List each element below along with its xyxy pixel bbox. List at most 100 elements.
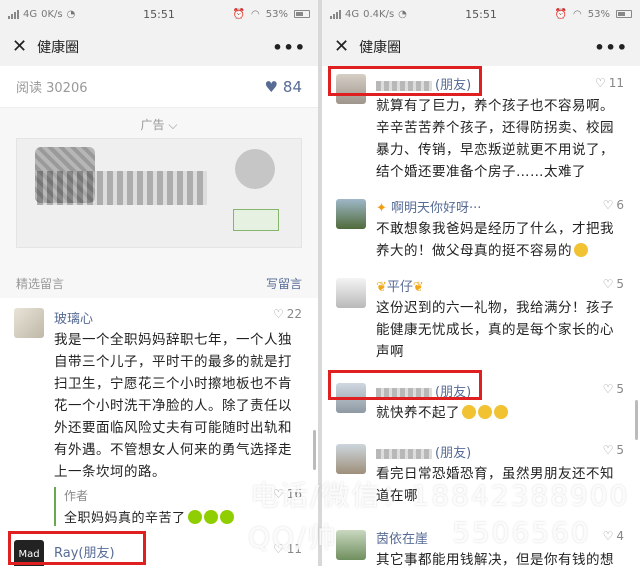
emoji-icon <box>187 510 202 524</box>
comment-like-button[interactable]: ♡ 11 <box>273 542 302 556</box>
comment-author[interactable]: ✦ 啊明天你好呀··· <box>376 197 626 216</box>
battery-icon <box>616 10 632 18</box>
comment-like-button[interactable]: ♡ 5 <box>603 382 624 396</box>
avatar[interactable] <box>14 308 44 338</box>
heart-outline-icon: ♡ <box>602 277 614 291</box>
emoji-icon <box>203 510 218 524</box>
page-title: 健康圈 <box>359 40 402 56</box>
comment-text: 就算有了巨力，养个孩子也不容易啊。辛辛苦苦养个孩子，还得防拐卖、校园暴力、传销，… <box>376 98 614 180</box>
comment-item: (朋友) ♡ 5 看完日常恐婚恐育，虽然男朋友还不知道在哪 <box>322 430 640 513</box>
avatar[interactable] <box>336 278 366 308</box>
avatar[interactable] <box>336 530 366 560</box>
comment-like-count: 11 <box>286 542 302 556</box>
reply-like-button[interactable]: ♡ 16 <box>273 487 302 501</box>
clock: 15:51 <box>465 7 497 21</box>
fire-icon: ✦ <box>376 201 387 216</box>
ad-blurred-avatar <box>235 149 275 189</box>
more-icon[interactable]: ••• <box>272 38 306 57</box>
battery-icon <box>294 10 310 18</box>
bow-icon: ❦ <box>412 280 424 295</box>
comment-like-button[interactable]: ♡ 6 <box>603 198 624 212</box>
comment-item: 玻璃心 ♡ 22 我是一个全职妈妈辞职七年，一个人独自带三个儿子，平时干的最多的就… <box>0 298 318 532</box>
status-bar: 4G 0.4K/s ◔ 15:51 ⏰ ◠ 53% <box>322 0 640 28</box>
comment-like-button[interactable]: ♡ 11 <box>595 76 624 90</box>
heart-outline-icon: ♡ <box>602 198 614 212</box>
comment-item: ❦平仔❦ ♡ 5 这份迟到的六一礼物，我给满分！孩子能健康无忧成长，真的是每个家长… <box>322 268 640 369</box>
reply-like-count: 16 <box>286 487 302 501</box>
avatar[interactable] <box>336 444 366 474</box>
comment-author[interactable]: 茵依在崖 <box>376 528 626 547</box>
comment-item: ✦ 啊明天你好呀··· ♡ 6 不敢想象我爸妈是经历了什么，才把我养大的！做父母真… <box>322 189 640 268</box>
ad-area: 广告 ⌵ <box>0 108 318 268</box>
emoji-icon <box>462 405 476 419</box>
highlight-box <box>8 531 146 565</box>
highlight-box <box>328 370 482 400</box>
comment-like-count: 5 <box>616 277 624 291</box>
heart-outline-icon: ♡ <box>602 443 614 457</box>
comment-like-count: 22 <box>286 307 302 321</box>
comment-author-name: 啊明天你好呀··· <box>391 201 482 216</box>
ad-label[interactable]: 广告 ⌵ <box>0 108 318 133</box>
avatar[interactable] <box>336 199 366 229</box>
heart-outline-icon: ♡ <box>602 382 614 396</box>
heart-outline-icon: ♡ <box>602 529 614 543</box>
comment-like-button[interactable]: ♡ 5 <box>603 443 624 457</box>
ad-banner[interactable] <box>16 138 302 248</box>
reply-label: 作者 <box>64 489 89 503</box>
comment-like-count: 5 <box>616 382 624 396</box>
heart-filled-icon: ♥ <box>264 77 278 96</box>
author-reply: 作者 全职妈妈真的辛苦了 ♡ 16 <box>54 487 304 526</box>
comment-like-count: 11 <box>608 76 624 90</box>
blurred-name <box>376 448 432 459</box>
comment-text: 我是一个全职妈妈辞职七年，一个人独自带三个儿子，平时干的最多的就是打扫卫生，宁愿… <box>54 332 292 480</box>
bow-icon: ❦ <box>376 280 387 295</box>
scrollbar[interactable] <box>313 430 316 470</box>
close-icon[interactable]: ✕ <box>12 38 27 56</box>
emoji-icon <box>494 405 508 419</box>
comment-item: 茵依在崖 ♡ 4 其它事都能用钱解决，但是你有钱的想 <box>322 520 640 566</box>
comment-text: 这份迟到的六一礼物，我给满分！孩子能健康无忧成长，真的是每个家长的心声啊 <box>376 300 614 360</box>
friend-tag: (朋友) <box>435 446 472 461</box>
comment-like-count: 4 <box>616 529 624 543</box>
article-like-count: 84 <box>282 77 302 96</box>
comment-text: 看完日常恐婚恐育，虽然男朋友还不知道在哪 <box>376 466 614 504</box>
emoji-icon <box>219 510 234 524</box>
comment-text-row: 就快养不起了 <box>376 402 626 424</box>
heart-outline-icon: ♡ <box>272 487 284 501</box>
clock: 15:51 <box>143 7 175 21</box>
emoji-icon <box>574 243 588 257</box>
right-phone-screen: 4G 0.4K/s ◔ 15:51 ⏰ ◠ 53% ✕ 健康圈 ••• (朋友)… <box>322 0 640 566</box>
comment-text: 其它事都能用钱解决，但是你有钱的想 <box>376 552 614 566</box>
heart-outline-icon: ♡ <box>272 307 284 321</box>
reply-text: 全职妈妈真的辛苦了 <box>64 511 186 526</box>
comment-like-count: 6 <box>616 198 624 212</box>
screenshot-composite: 4G 0K/s ◔ 15:51 ⏰ ◠ 53% ✕ 健康圈 ••• 阅读 302… <box>0 0 640 566</box>
write-comment-link[interactable]: 写留言 <box>266 275 302 292</box>
comment-like-button[interactable]: ♡ 4 <box>603 529 624 543</box>
comment-like-button[interactable]: ♡ 5 <box>603 277 624 291</box>
comment-like-button[interactable]: ♡ 22 <box>273 307 302 321</box>
nav-bar: ✕ 健康圈 ••• <box>322 28 640 66</box>
ad-follow-button[interactable] <box>233 209 279 231</box>
comment-like-count: 5 <box>616 443 624 457</box>
comment-author[interactable]: ❦平仔❦ <box>376 276 626 295</box>
read-count: 阅读 30206 <box>16 81 88 96</box>
highlight-box <box>328 66 482 96</box>
read-count-row: 阅读 30206 ♥ 84 <box>0 66 318 108</box>
more-icon[interactable]: ••• <box>594 38 628 57</box>
comment-text-row: 不敢想象我爸妈是经历了什么，才把我养大的！做父母真的挺不容易的 <box>376 218 626 262</box>
heart-outline-icon: ♡ <box>594 76 606 90</box>
heart-outline-icon: ♡ <box>272 542 284 556</box>
featured-comments-header: 精选留言 写留言 <box>0 268 318 298</box>
status-bar: 4G 0K/s ◔ 15:51 ⏰ ◠ 53% <box>0 0 318 28</box>
scrollbar[interactable] <box>635 400 638 440</box>
featured-comments-title: 精选留言 <box>16 276 65 291</box>
close-icon[interactable]: ✕ <box>334 38 349 56</box>
reply-text-row: 全职妈妈真的辛苦了 <box>64 507 304 526</box>
emoji-icon <box>478 405 492 419</box>
comment-author[interactable]: (朋友) <box>376 442 626 461</box>
comment-text: 就快养不起了 <box>376 405 460 421</box>
article-like-button[interactable]: ♥ 84 <box>264 78 302 96</box>
comment-author[interactable]: 玻璃心 <box>54 308 304 327</box>
nav-bar: ✕ 健康圈 ••• <box>0 28 318 66</box>
